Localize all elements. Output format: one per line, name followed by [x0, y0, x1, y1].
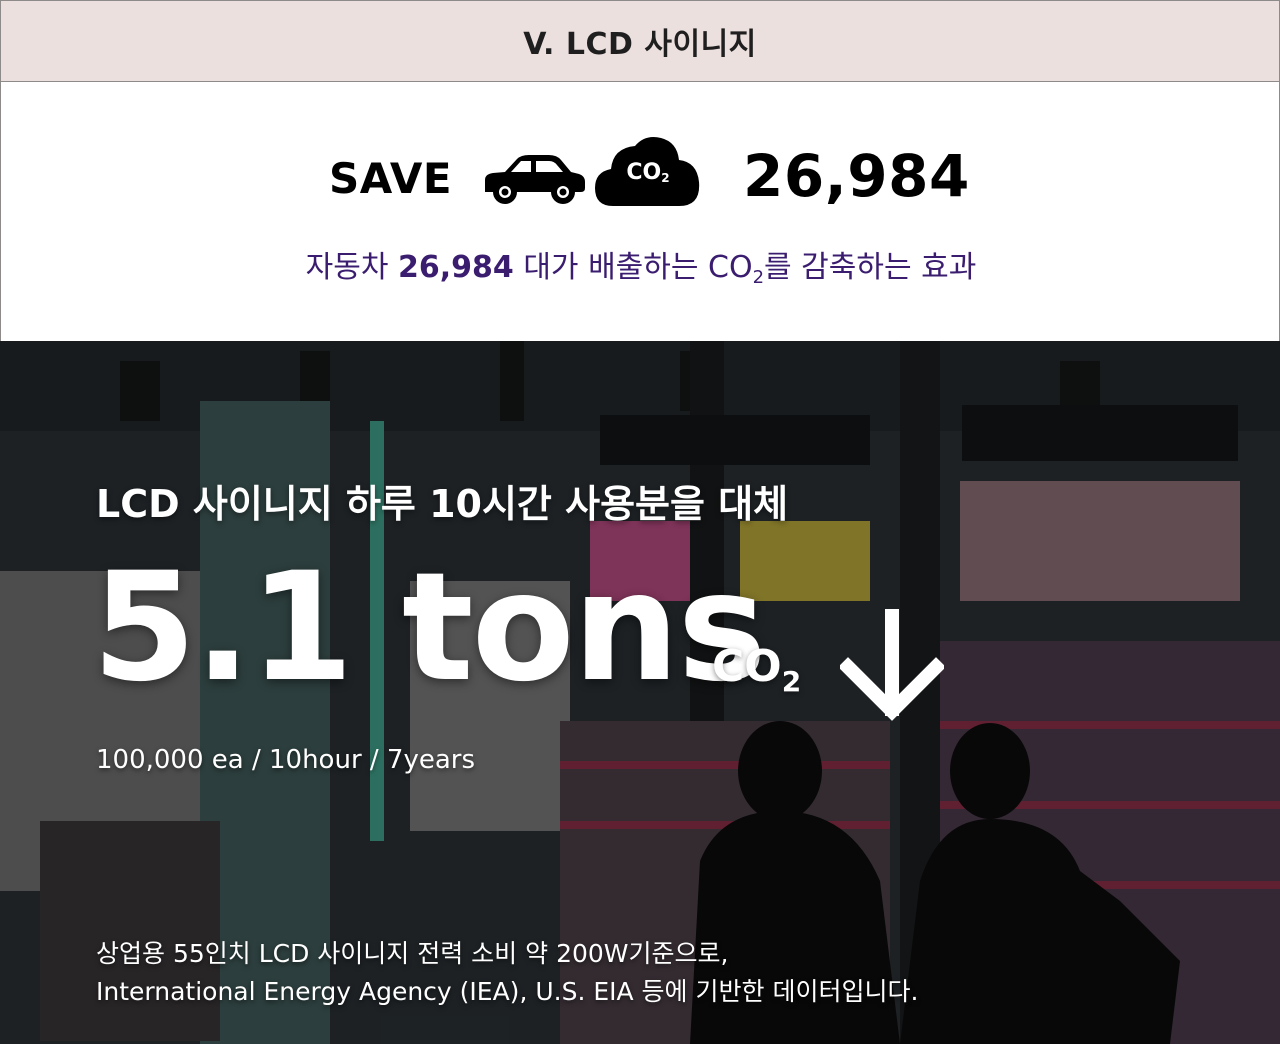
co2-label: CO2 — [593, 160, 703, 185]
desc-value: 26,984 — [398, 250, 514, 285]
car-icon — [485, 155, 585, 204]
hero-footnote: 상업용 55인치 LCD 사이니지 전력 소비 약 200W기준으로, Inte… — [96, 935, 918, 1011]
co2-cloud-icon: CO2 — [593, 132, 703, 214]
desc-prefix: 자동차 — [305, 250, 399, 285]
save-summary: SAVE CO2 26,984 자동차 26,984 대가 배출하는 CO2를 … — [0, 82, 1280, 341]
footnote-line-2: International Energy Agency (IEA), U.S. … — [96, 977, 919, 1006]
hero-unit: CO2 — [712, 641, 801, 698]
save-value: 26,984 — [743, 142, 970, 210]
section-header: V. LCD 사이니지 — [0, 0, 1280, 82]
desc-suffix: 를 감축하는 효과 — [764, 250, 977, 285]
hero-spec: 100,000 ea / 10hour / 7years — [96, 745, 476, 775]
desc-sub: 2 — [752, 267, 765, 288]
footnote-line-1: 상업용 55인치 LCD 사이니지 전력 소비 약 200W기준으로, — [96, 939, 729, 968]
co2-label-sub: 2 — [661, 171, 670, 185]
page: V. LCD 사이니지 SAVE CO2 26,984 자동차 26,984 대… — [0, 0, 1280, 1044]
section-title: V. LCD 사이니지 — [523, 27, 757, 62]
down-arrow-icon — [840, 609, 944, 721]
co2-label-main: CO — [626, 160, 662, 185]
hero-value: 5.1 tons — [92, 541, 767, 715]
hero-unit-main: CO — [712, 641, 782, 692]
save-label: SAVE — [329, 154, 453, 203]
hero-photo-section: LCD 사이니지 하루 10시간 사용분을 대체 5.1 tons CO2 10… — [0, 341, 1280, 1044]
save-description: 자동차 26,984 대가 배출하는 CO2를 감축하는 효과 — [1, 242, 1280, 288]
desc-middle: 대가 배출하는 CO — [513, 250, 753, 285]
save-row: SAVE CO2 26,984 — [1, 137, 1280, 214]
hero-title: LCD 사이니지 하루 10시간 사용분을 대체 — [96, 482, 789, 526]
hero-unit-sub: 2 — [781, 665, 802, 698]
